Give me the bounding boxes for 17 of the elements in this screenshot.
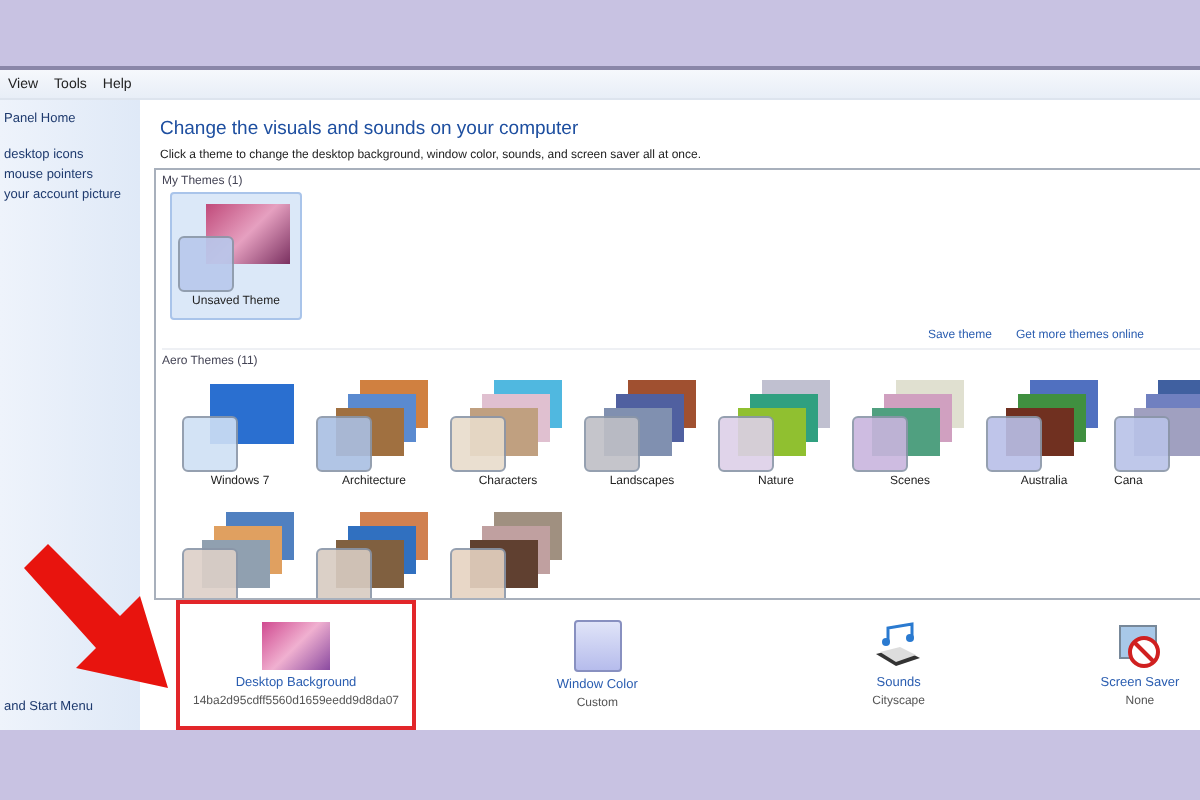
page-heading: Change the visuals and sounds on your computer	[160, 118, 581, 140]
no-sign-icon	[1115, 622, 1164, 670]
color-swatch-icon	[573, 620, 622, 672]
music-notes-icon	[872, 622, 925, 670]
theme-thumbnail	[316, 512, 432, 598]
theme-thumbnail	[718, 380, 834, 472]
theme-thumbnail	[182, 512, 298, 598]
theme-thumbnail	[450, 512, 566, 598]
theme-thumbnail	[178, 200, 294, 292]
theme-thumbnail	[1114, 380, 1200, 472]
theme-thumbnail	[852, 380, 968, 472]
theme-thumbnail	[450, 380, 566, 472]
theme-thumbnail	[182, 380, 298, 472]
theme-thumbnail	[986, 380, 1102, 472]
theme-thumbnail	[316, 380, 432, 472]
theme-thumbnail	[584, 380, 700, 472]
wallpaper-thumbnail	[262, 622, 330, 670]
